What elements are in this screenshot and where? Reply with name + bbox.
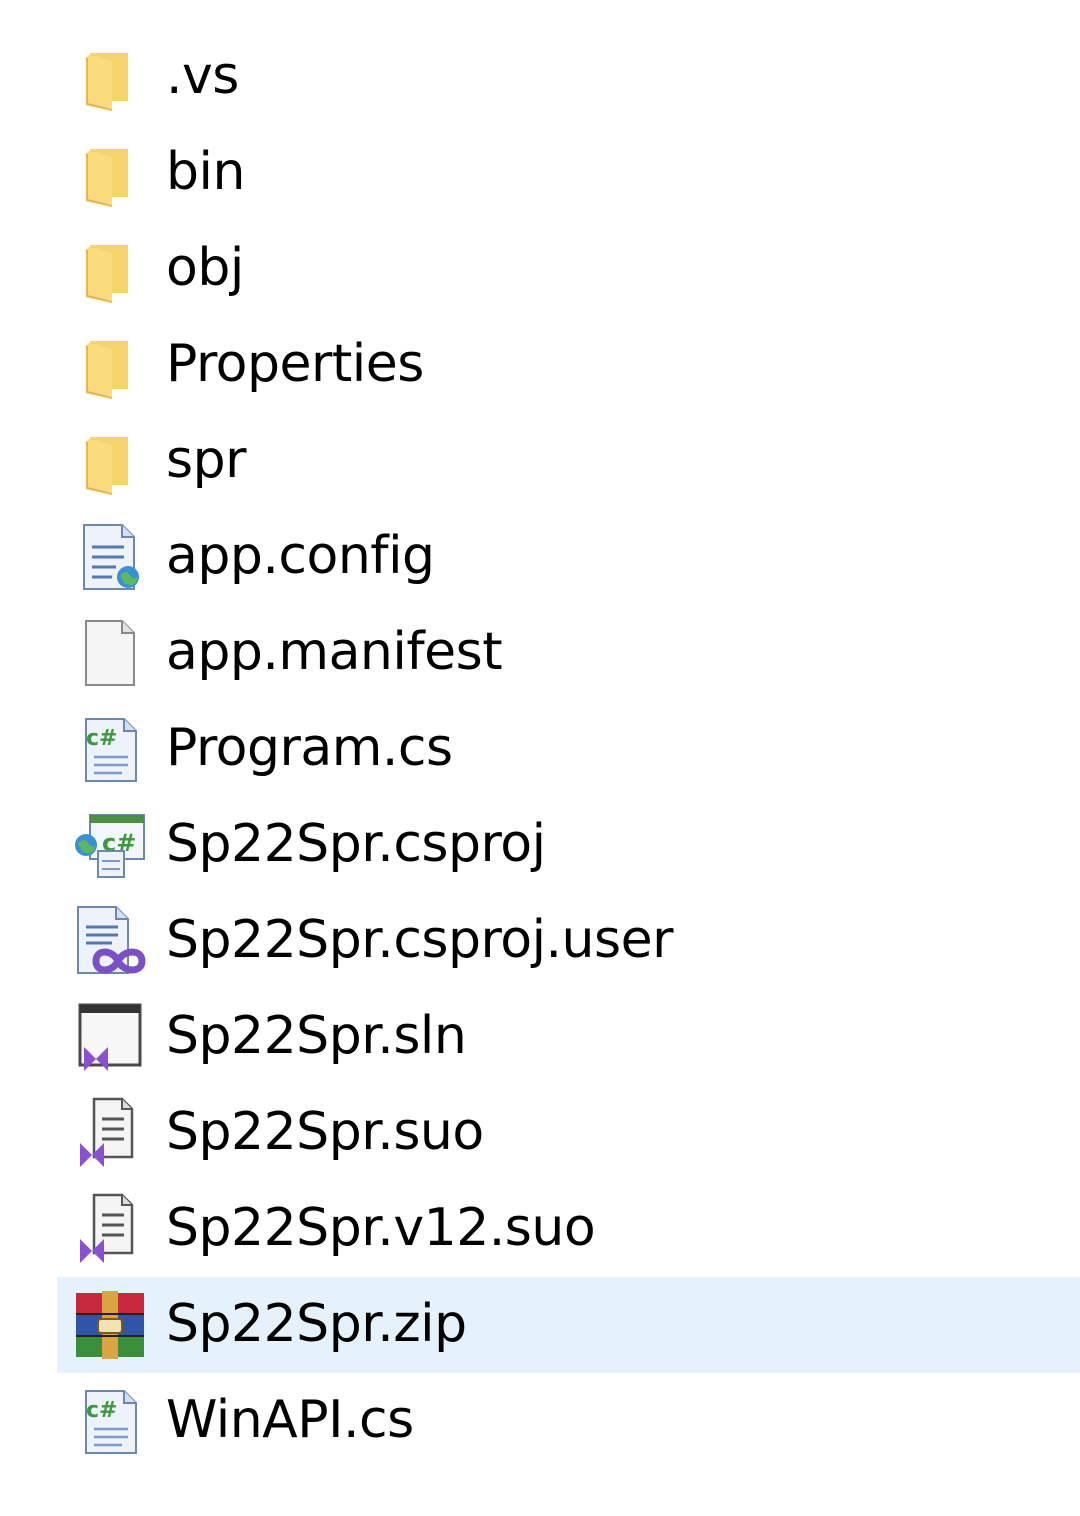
file-list: .vs bin obj Properties spr app.config ap…: [0, 29, 1080, 1469]
file-row-spr[interactable]: spr: [0, 413, 1080, 509]
folder-icon: [72, 231, 148, 307]
vs-suo-file-icon: [72, 1191, 148, 1267]
file-name: Sp22Spr.v12.suo: [166, 1197, 596, 1258]
file-row-csproj-user[interactable]: Sp22Spr.csproj.user: [0, 893, 1080, 989]
file-name: .vs: [166, 45, 239, 106]
file-name: spr: [166, 429, 246, 490]
svg-text:c#: c#: [86, 1398, 117, 1423]
folder-icon: [72, 135, 148, 211]
file-name: Sp22Spr.sln: [166, 1005, 467, 1066]
file-row-vs[interactable]: .vs: [0, 29, 1080, 125]
file-row-bin[interactable]: bin: [0, 125, 1080, 221]
vs-suo-file-icon: [72, 1095, 148, 1171]
csharp-file-icon: c#: [72, 711, 148, 787]
folder-icon: [72, 327, 148, 403]
vs-user-file-icon: [72, 903, 148, 979]
file-name: Sp22Spr.suo: [166, 1101, 484, 1162]
file-row-winapi-cs[interactable]: c# WinAPI.cs: [0, 1373, 1080, 1469]
csharp-project-icon: c#: [72, 807, 148, 883]
file-row-v12-suo[interactable]: Sp22Spr.v12.suo: [0, 1181, 1080, 1277]
file-name: Sp22Spr.zip: [166, 1293, 467, 1354]
svg-text:c#: c#: [86, 726, 117, 751]
file-name: obj: [166, 237, 244, 298]
file-name: Properties: [166, 333, 424, 394]
blank-file-icon: [72, 615, 148, 691]
file-row-zip[interactable]: Sp22Spr.zip: [0, 1277, 1080, 1373]
file-row-obj[interactable]: obj: [0, 221, 1080, 317]
file-row-app-manifest[interactable]: app.manifest: [0, 605, 1080, 701]
vs-solution-icon: [72, 999, 148, 1075]
file-row-app-config[interactable]: app.config: [0, 509, 1080, 605]
file-name: Sp22Spr.csproj: [166, 813, 546, 874]
file-row-program-cs[interactable]: c# Program.cs: [0, 701, 1080, 797]
file-name: app.manifest: [166, 621, 503, 682]
file-name: Sp22Spr.csproj.user: [166, 909, 673, 970]
winrar-archive-icon: [72, 1287, 148, 1363]
file-name: bin: [166, 141, 245, 202]
file-name: Program.cs: [166, 717, 453, 778]
folder-icon: [72, 423, 148, 499]
csharp-file-icon: c#: [72, 1383, 148, 1459]
file-row-suo[interactable]: Sp22Spr.suo: [0, 1085, 1080, 1181]
config-file-icon: [72, 519, 148, 595]
file-name: app.config: [166, 525, 435, 586]
folder-icon: [72, 39, 148, 115]
file-row-properties[interactable]: Properties: [0, 317, 1080, 413]
file-row-csproj[interactable]: c# Sp22Spr.csproj: [0, 797, 1080, 893]
file-name: WinAPI.cs: [166, 1389, 414, 1450]
file-row-sln[interactable]: Sp22Spr.sln: [0, 989, 1080, 1085]
